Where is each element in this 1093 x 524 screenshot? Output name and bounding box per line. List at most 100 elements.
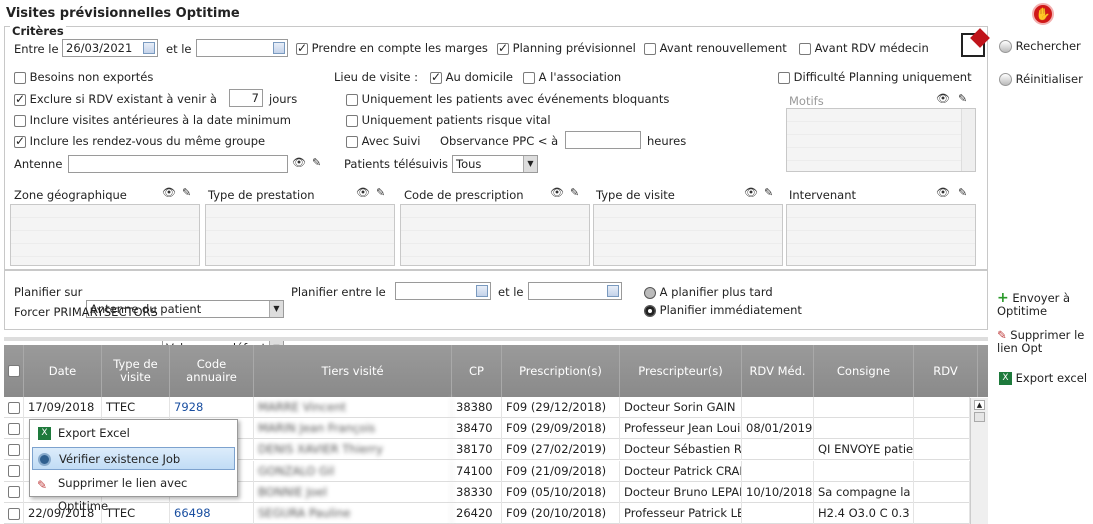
besoins-checkbox[interactable]: [14, 71, 26, 84]
avec-suivi-option[interactable]: Avec Suivi: [346, 134, 421, 148]
col-cp[interactable]: CP: [452, 345, 502, 397]
calendar-icon[interactable]: [607, 285, 619, 297]
antenne-input[interactable]: [68, 155, 288, 173]
eraser-icon[interactable]: ✎: [764, 186, 773, 199]
reinitialiser-button[interactable]: Réinitialiser: [999, 72, 1083, 86]
association-option[interactable]: A l'association: [523, 70, 621, 84]
date-from-input[interactable]: 26/03/2021: [62, 39, 158, 57]
binoculars-icon[interactable]: 👁: [356, 186, 370, 199]
table-row[interactable]: 17/09/2018 TTEC 7928 MARRE Vincent 38380 F09 …: [4, 397, 970, 418]
col-rdv-med[interactable]: RDV Méd.: [742, 345, 814, 397]
marges-option[interactable]: Prendre en compte les marges: [296, 41, 488, 55]
binoculars-icon[interactable]: 👁: [936, 186, 950, 199]
avant-rdv-checkbox[interactable]: [799, 42, 811, 55]
col-type[interactable]: Type de visite: [102, 345, 170, 397]
calendar-icon[interactable]: [476, 285, 488, 297]
row-checkbox[interactable]: [4, 397, 24, 418]
plus-tard-option[interactable]: A planifier plus tard: [644, 285, 773, 299]
plus-tard-radio[interactable]: [644, 286, 656, 299]
binoculars-icon[interactable]: 👁: [744, 186, 758, 199]
association-checkbox[interactable]: [523, 71, 535, 84]
eraser-icon[interactable]: ✎: [376, 186, 385, 199]
planifier-to-input[interactable]: [528, 282, 622, 300]
splitter[interactable]: [4, 337, 988, 341]
code-prescription-listbox[interactable]: [400, 204, 590, 266]
observance-input[interactable]: [565, 131, 641, 149]
type-visite-listbox[interactable]: [593, 204, 783, 266]
exclure-days-input[interactable]: 7: [229, 89, 263, 107]
scrollbar[interactable]: [961, 109, 975, 171]
difficulte-checkbox[interactable]: [778, 71, 790, 84]
ctx-supprimer-lien[interactable]: ✎ Supprimer le lien avec Optitime: [32, 472, 235, 513]
domicile-checkbox[interactable]: [430, 70, 442, 84]
col-prescripteur[interactable]: Prescripteur(s): [620, 345, 742, 397]
ctx-export-excel[interactable]: X Export Excel: [32, 422, 235, 445]
table-row[interactable]: 22/09/2018 TTEC 66498 SEGURA Pauline 26420 F0…: [4, 503, 970, 524]
inclure-ant-checkbox[interactable]: [14, 114, 26, 127]
supprimer-lien-button[interactable]: ✎ Supprimer le lien Opt: [997, 329, 1093, 355]
immediat-radio[interactable]: [644, 304, 656, 317]
calendar-icon[interactable]: [143, 42, 155, 54]
binoculars-icon[interactable]: 👁: [292, 156, 306, 169]
domicile-option[interactable]: Au domicile: [430, 70, 513, 84]
rechercher-button[interactable]: Rechercher: [999, 39, 1081, 53]
row-checkbox[interactable]: [4, 418, 24, 440]
binoculars-icon[interactable]: 👁: [550, 186, 564, 199]
exclure-option[interactable]: Exclure si RDV existant à venir à: [14, 92, 217, 106]
calendar-icon[interactable]: [273, 42, 285, 54]
zone-listbox[interactable]: [10, 204, 200, 266]
difficulte-option[interactable]: Difficulté Planning uniquement: [778, 70, 972, 84]
envoyer-button[interactable]: + Envoyer à Optitime: [997, 291, 1089, 318]
grid-scrollbar[interactable]: ▲: [970, 398, 988, 524]
row-checkbox[interactable]: [4, 481, 24, 503]
marges-checkbox[interactable]: [296, 41, 308, 55]
exclure-checkbox[interactable]: [14, 92, 26, 106]
stop-hand-icon[interactable]: ✋: [1032, 3, 1054, 25]
cell-presc: F09 (29/09/2018): [502, 418, 620, 440]
avant-renouv-option[interactable]: Avant renouvellement: [644, 41, 787, 55]
avec-suivi-checkbox[interactable]: [346, 135, 358, 148]
ctx-verifier-job[interactable]: Vérifier existence Job: [32, 447, 235, 470]
col-date[interactable]: Date: [24, 345, 102, 397]
bloquants-option[interactable]: Uniquement les patients avec événements …: [346, 92, 669, 106]
planning-prev-checkbox[interactable]: [497, 41, 509, 55]
col-prescription[interactable]: Prescription(s): [502, 345, 620, 397]
row-checkbox[interactable]: [4, 439, 24, 461]
eraser-icon[interactable]: ✎: [958, 186, 967, 199]
cell-code[interactable]: 66498: [170, 503, 254, 524]
bloquants-checkbox[interactable]: [346, 93, 358, 106]
besoins-option[interactable]: Besoins non exportés: [14, 70, 153, 84]
eraser-icon[interactable]: ✎: [570, 186, 579, 199]
cell-code[interactable]: 7928: [170, 397, 254, 418]
inclure-ant-option[interactable]: Inclure visites antérieures à la date mi…: [14, 113, 291, 127]
avant-rdv-option[interactable]: Avant RDV médecin: [799, 41, 929, 55]
select-all-checkbox[interactable]: [4, 345, 24, 397]
inclure-rdv-option[interactable]: Inclure les rendez-vous du même groupe: [14, 134, 265, 148]
risque-option[interactable]: Uniquement patients risque vital: [346, 113, 551, 127]
risque-checkbox[interactable]: [346, 114, 358, 127]
motifs-listbox[interactable]: [786, 108, 976, 172]
immediat-option[interactable]: Planifier immédiatement: [644, 303, 802, 317]
planning-prev-option[interactable]: Planning prévisionnel: [497, 41, 636, 55]
inclure-rdv-checkbox[interactable]: [14, 134, 26, 148]
avant-renouv-checkbox[interactable]: [644, 42, 656, 55]
date-to-input[interactable]: [196, 39, 288, 57]
intervenant-listbox[interactable]: [786, 204, 976, 266]
binoculars-icon[interactable]: 👁: [936, 92, 950, 105]
planifier-from-input[interactable]: [395, 282, 491, 300]
export-arrow-icon[interactable]: [961, 28, 990, 57]
type-prestation-listbox[interactable]: [205, 204, 395, 266]
telesuivis-select[interactable]: Tous ▼: [452, 155, 538, 173]
col-code[interactable]: Code annuaire: [170, 345, 254, 397]
eraser-icon[interactable]: ✎: [958, 92, 967, 105]
col-rdv[interactable]: RDV: [914, 345, 978, 397]
eraser-icon[interactable]: ✎: [182, 186, 191, 199]
eraser-icon[interactable]: ✎: [312, 156, 321, 169]
cell-prescripteur: Docteur Patrick CRAP: [620, 460, 742, 482]
row-checkbox[interactable]: [4, 460, 24, 482]
binoculars-icon[interactable]: 👁: [162, 186, 176, 199]
col-tiers[interactable]: Tiers visité: [254, 345, 452, 397]
col-consigne[interactable]: Consigne: [814, 345, 914, 397]
export-excel-button[interactable]: X Export excel: [999, 371, 1087, 385]
row-checkbox[interactable]: [4, 503, 24, 524]
